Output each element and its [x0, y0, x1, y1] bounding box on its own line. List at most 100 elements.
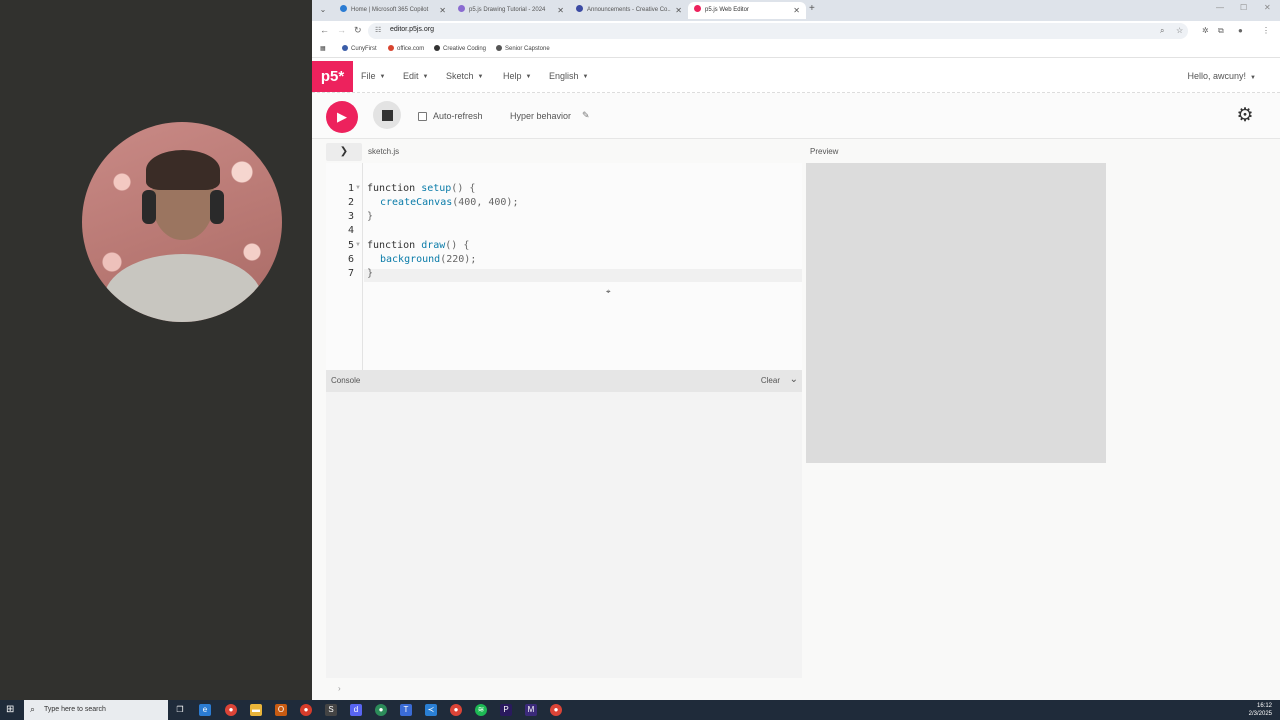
teams-icon[interactable]: T [400, 704, 412, 716]
headphone-left [142, 190, 156, 224]
stop-icon [382, 110, 393, 121]
auto-refresh-label: Auto-refresh [433, 111, 483, 121]
task-view-icon[interactable]: ❐ [174, 704, 186, 716]
preview-canvas[interactable] [806, 163, 1106, 463]
close-icon[interactable]: ✕ [439, 2, 446, 19]
discord-icon[interactable]: d [350, 704, 362, 716]
close-icon[interactable]: ✕ [557, 2, 564, 19]
maximize-icon[interactable]: ☐ [1240, 3, 1247, 12]
url-text: editor.p5js.org [390, 26, 434, 33]
tab-p5-web-editor[interactable]: p5.js Web Editor ✕ [688, 2, 806, 19]
address-bar[interactable]: ☷ editor.p5js.org [368, 23, 1188, 39]
more-menu-icon[interactable]: ⋮ [1262, 26, 1270, 35]
taskbar-search-box[interactable]: ⌕ Type here to search [24, 700, 168, 720]
menu-help[interactable]: Help ▼ [503, 71, 531, 81]
user-menu[interactable]: Hello, awcuny! ▼ [1188, 71, 1256, 81]
tab-microsoft-copilot[interactable]: Home | Microsoft 365 Copilot ✕ [334, 2, 452, 19]
clock-time: 16:12 [1256, 703, 1272, 709]
bookmark-label: Creative Coding [443, 46, 487, 52]
forward-icon[interactable]: → [337, 25, 346, 35]
new-tab-icon[interactable]: + [809, 3, 815, 14]
chrome-window-icon[interactable]: ● [450, 704, 462, 716]
system-clock[interactable]: 16:12 2/3/2025 [1249, 702, 1272, 718]
site-info-icon[interactable]: ☷ [375, 26, 381, 34]
code-line-6: background(220); [380, 254, 476, 265]
close-icon[interactable]: ✕ [793, 2, 800, 19]
line-number: 1 [347, 183, 354, 194]
punctuation: (220); [440, 254, 477, 265]
webcam-panel [0, 0, 312, 700]
line-gutter: 1 ▼ 2 3 4 5 ▼ 6 7 [326, 163, 363, 370]
file-explorer-icon[interactable]: ▬ [250, 704, 262, 716]
vscode-icon[interactable]: ≺ [425, 704, 437, 716]
tab-title: Announcements - Creative Co... [587, 7, 671, 13]
code-line-3: } [367, 211, 373, 222]
bookmark-cunyfirst[interactable]: CunyFirst [342, 45, 377, 52]
tab-announcements[interactable]: Announcements - Creative Co... ✕ [570, 2, 688, 19]
apps-grid-icon[interactable]: ▦ [320, 45, 326, 52]
minimize-icon[interactable]: — [1216, 3, 1224, 12]
project-name[interactable]: Hyper behavior [510, 111, 571, 121]
auto-refresh-checkbox[interactable] [418, 112, 427, 121]
chevron-down-icon[interactable]: ⌄ [790, 374, 798, 385]
console-clear-button[interactable]: Clear [761, 376, 780, 385]
bookmark-office[interactable]: office.com [388, 45, 424, 52]
menu-edit[interactable]: Edit ▼ [403, 71, 428, 81]
fold-icon[interactable]: ▼ [355, 242, 361, 248]
window-close-icon[interactable]: ✕ [1264, 3, 1271, 12]
back-icon[interactable]: ← [320, 25, 329, 35]
windows-start-icon[interactable]: ⊞ [6, 704, 17, 715]
menu-file[interactable]: File ▼ [361, 71, 385, 81]
code-editor[interactable]: 1 ▼ 2 3 4 5 ▼ 6 7 function setup() { cre… [326, 163, 802, 370]
spotify-icon[interactable]: ≋ [475, 704, 487, 716]
chrome-active-icon[interactable]: ● [550, 704, 562, 716]
chrome-profile-icon[interactable]: ● [300, 704, 312, 716]
profile-icon[interactable]: ● [1238, 26, 1243, 35]
bookmark-senior-capstone[interactable]: Senior Capstone [496, 45, 550, 52]
stop-button[interactable] [373, 101, 401, 129]
bookmark-label: office.com [397, 46, 425, 52]
punctuation: (400, 400); [452, 197, 519, 208]
keyword: function [367, 183, 422, 194]
settings-button[interactable]: ⚙ [1234, 105, 1256, 127]
tab-title: p5.js Drawing Tutorial - 2024 [469, 7, 546, 13]
chrome-alt-icon[interactable]: ● [375, 704, 387, 716]
bookmark-icon [342, 45, 348, 51]
chevron-right-icon[interactable]: › [338, 684, 341, 693]
pencil-icon[interactable]: ✎ [582, 110, 590, 121]
bookmark-creative-coding[interactable]: Creative Coding [434, 45, 486, 52]
chrome-icon[interactable]: ● [225, 704, 237, 716]
code-line-7: } [367, 268, 373, 279]
menu-language[interactable]: English ▼ [549, 71, 588, 81]
menu-sketch[interactable]: Sketch ▼ [446, 71, 483, 81]
clock-date: 2/3/2025 [1248, 711, 1272, 717]
bookmark-star-icon[interactable]: ☆ [1176, 26, 1183, 35]
close-icon[interactable]: ✕ [675, 2, 682, 19]
reload-icon[interactable]: ↻ [354, 25, 362, 36]
sidebar-toggle-button[interactable]: ❯ [326, 143, 362, 161]
file-header: ❯ sketch.js [326, 143, 802, 163]
media-encoder-icon[interactable]: M [525, 704, 537, 716]
bookmark-label: Senior Capstone [505, 46, 550, 52]
p5-logo[interactable]: p5* [312, 61, 353, 92]
punctuation: } [367, 268, 374, 279]
zoom-icon[interactable]: ⌕ [1160, 26, 1164, 36]
fold-icon[interactable]: ▼ [355, 185, 361, 191]
browser-window: ⌄ Home | Microsoft 365 Copilot ✕ p5.js Dr… [312, 0, 1280, 700]
play-icon: ▶ [337, 109, 347, 124]
play-button[interactable]: ▶ [326, 101, 358, 133]
tab-p5-drawing-tutorial[interactable]: p5.js Drawing Tutorial - 2024 ✕ [452, 2, 570, 19]
function-name: setup [421, 183, 452, 194]
console-header: Console Clear ⌄ [326, 370, 802, 392]
puzzle-icon[interactable]: ⧉ [1218, 26, 1224, 36]
person-shoulders [104, 254, 262, 322]
extension-icon[interactable]: ✲ [1202, 26, 1209, 35]
bookmark-icon [434, 45, 440, 51]
edge-icon[interactable]: e [199, 704, 211, 716]
tab-title: Home | Microsoft 365 Copilot [351, 7, 429, 13]
office-icon[interactable]: O [275, 704, 287, 716]
steam-icon[interactable]: S [325, 704, 337, 716]
tab-search-icon[interactable]: ⌄ [316, 3, 330, 17]
premiere-icon[interactable]: P [500, 704, 512, 716]
line-number: 5 [347, 240, 354, 251]
